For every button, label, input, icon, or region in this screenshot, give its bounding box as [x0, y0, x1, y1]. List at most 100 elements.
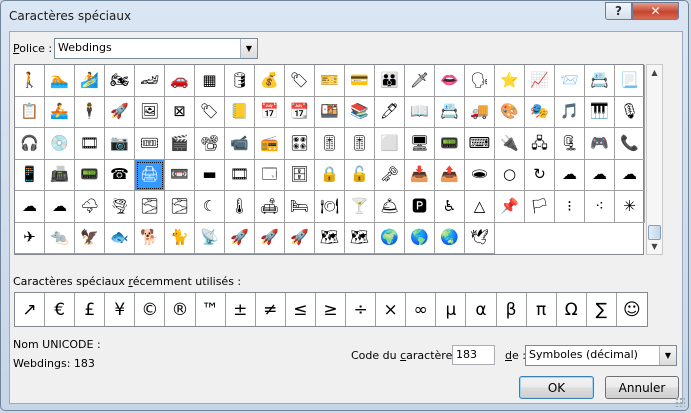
symbol-cell[interactable]: 🎵	[555, 96, 585, 128]
recent-symbol-cell[interactable]: ≥	[316, 293, 347, 326]
symbol-cell[interactable]: 🛏	[285, 191, 315, 223]
symbol-cell[interactable]: ⁝	[555, 191, 585, 223]
symbol-cell[interactable]: ☁	[45, 191, 75, 223]
recent-symbol-cell[interactable]: £	[75, 293, 106, 326]
symbol-cell[interactable]: ♿	[435, 191, 465, 223]
symbol-cell[interactable]: 🕊	[465, 222, 495, 254]
symbol-cell[interactable]: 🗣	[465, 65, 495, 97]
symbol-cell[interactable]: ⭐	[495, 65, 525, 97]
symbol-cell[interactable]: 🔒	[315, 159, 345, 191]
recent-symbol-cell[interactable]: ≤	[286, 293, 316, 326]
symbol-cell[interactable]: 🌎	[405, 222, 435, 254]
symbol-cell[interactable]: 🔓	[345, 159, 375, 191]
symbol-cell[interactable]: 📱	[15, 159, 45, 191]
recent-symbol-cell[interactable]: €	[45, 293, 76, 326]
symbol-cell[interactable]: 🗺	[315, 222, 345, 254]
symbol-cell[interactable]: 🎭	[525, 96, 555, 128]
symbol-cell[interactable]: 🖨	[135, 159, 165, 191]
symbol-cell[interactable]: ☁	[555, 159, 585, 191]
symbol-cell[interactable]: 🐀	[45, 222, 75, 254]
recent-symbol-cell[interactable]: ™	[196, 293, 226, 326]
symbol-cell[interactable]: 🏳	[525, 191, 555, 223]
symbol-cell[interactable]: 📌	[495, 191, 525, 223]
symbol-cell[interactable]: 🗔	[255, 159, 285, 191]
recent-symbol-cell[interactable]: β	[497, 293, 527, 326]
symbol-cell[interactable]: 🗜	[555, 128, 585, 160]
symbol-cell[interactable]: 🚀	[255, 222, 285, 254]
symbol-cell[interactable]: 📚	[345, 96, 375, 128]
symbol-cell[interactable]: 🖧	[525, 128, 555, 160]
symbol-cell[interactable]: 🚣	[45, 96, 75, 128]
symbol-cell[interactable]: 🎟	[135, 128, 165, 160]
recent-symbol-cell[interactable]: ∞	[406, 293, 437, 326]
symbol-cell[interactable]: 📅	[255, 96, 285, 128]
resize-grip-icon[interactable]	[675, 397, 685, 407]
symbol-cell[interactable]: 🏄	[75, 65, 105, 97]
symbol-cell[interactable]: 🍽	[315, 191, 345, 223]
symbol-cell[interactable]: 👄	[435, 65, 465, 97]
symbol-cell[interactable]: 📖	[405, 96, 435, 128]
symbol-cell[interactable]: ⁖	[585, 191, 615, 223]
symbol-cell[interactable]: 🖊	[375, 96, 405, 128]
scroll-thumb[interactable]	[648, 225, 661, 240]
symbol-cell[interactable]: 🎮	[585, 128, 615, 160]
symbol-cell[interactable]: 🌫	[135, 191, 165, 223]
symbol-cell[interactable]: 📼	[165, 159, 195, 191]
symbol-cell[interactable]: ↻	[525, 159, 555, 191]
symbol-cell[interactable]: 🗄	[285, 159, 315, 191]
symbol-cell[interactable]: 🌡	[225, 191, 255, 223]
recent-symbol-cell[interactable]: ☺	[617, 293, 647, 326]
symbol-cell[interactable]: 🎚	[315, 128, 345, 160]
symbol-cell[interactable]: 📠	[45, 159, 75, 191]
symbol-cell[interactable]: 🖼	[135, 96, 165, 128]
symbol-cell[interactable]: 📃	[615, 65, 645, 97]
symbol-cell[interactable]: 👪	[375, 65, 405, 97]
symbol-cell[interactable]: ✳	[615, 191, 645, 223]
symbol-cell[interactable]: 📟	[75, 159, 105, 191]
symbol-cell[interactable]: 📽	[195, 128, 225, 160]
symbol-cell[interactable]: 🚀	[285, 222, 315, 254]
symbol-cell[interactable]: 🎨	[495, 96, 525, 128]
symbol-cell[interactable]: ⬜	[375, 128, 405, 160]
symbol-cell[interactable]: 🚀	[105, 96, 135, 128]
symbol-cell[interactable]: 📇	[585, 65, 615, 97]
symbol-cell[interactable]: 💳	[345, 65, 375, 97]
symbol-cell[interactable]: 🍸	[345, 191, 375, 223]
symbol-cell[interactable]: 📷	[105, 128, 135, 160]
symbol-cell[interactable]: 🎛	[285, 128, 315, 160]
symbol-cell[interactable]: 🎫	[315, 65, 345, 97]
symbol-cell[interactable]: ⊠	[165, 96, 195, 128]
symbol-cell[interactable]: ☁	[615, 159, 645, 191]
scroll-down-icon[interactable]: ▼	[647, 239, 662, 254]
symbol-cell[interactable]	[585, 223, 615, 255]
symbol-cell[interactable]: ☁	[585, 159, 615, 191]
symbol-cell[interactable]: 🐕	[135, 222, 165, 254]
from-combobox[interactable]: Symboles (décimal) ▼	[525, 345, 677, 366]
symbol-cell[interactable]: 🔌	[495, 128, 525, 160]
symbol-cell[interactable]: 🏷	[195, 96, 225, 128]
symbol-cell[interactable]: 📹	[225, 128, 255, 160]
chevron-down-icon[interactable]: ▼	[659, 346, 676, 365]
symbol-cell[interactable]: 💰	[255, 65, 285, 97]
symbol-cell[interactable]: 🌫	[165, 191, 195, 223]
recent-symbol-cell[interactable]: π	[527, 293, 557, 326]
recent-symbol-cell[interactable]: ×	[376, 293, 407, 326]
symbol-cell[interactable]: 📤	[435, 159, 465, 191]
symbol-cell[interactable]: 🌏	[435, 222, 465, 254]
symbol-cell[interactable]: 🚗	[165, 65, 195, 97]
symbol-cell[interactable]: 🛋	[255, 191, 285, 223]
symbol-cell[interactable]: 📈	[525, 65, 555, 97]
symbol-cell[interactable]: 🚀	[225, 222, 255, 254]
symbol-cell[interactable]: 📥	[405, 159, 435, 191]
symbol-cell[interactable]: 🎧	[15, 128, 45, 160]
symbol-cell[interactable]: 🏎	[135, 65, 165, 97]
recent-symbol-cell[interactable]: µ	[436, 293, 467, 326]
symbol-cell[interactable]: ☎	[105, 159, 135, 191]
recent-symbol-cell[interactable]: Ω	[557, 293, 587, 326]
symbol-cell[interactable]: 🗺	[345, 222, 375, 254]
symbol-cell[interactable]: 🐈	[165, 222, 195, 254]
symbol-cell[interactable]: 🎹	[585, 96, 615, 128]
symbol-cell[interactable]: ▬	[195, 159, 225, 191]
symbol-cell[interactable]: 📨	[555, 65, 585, 97]
recent-symbol-cell[interactable]: ↗	[15, 293, 46, 326]
